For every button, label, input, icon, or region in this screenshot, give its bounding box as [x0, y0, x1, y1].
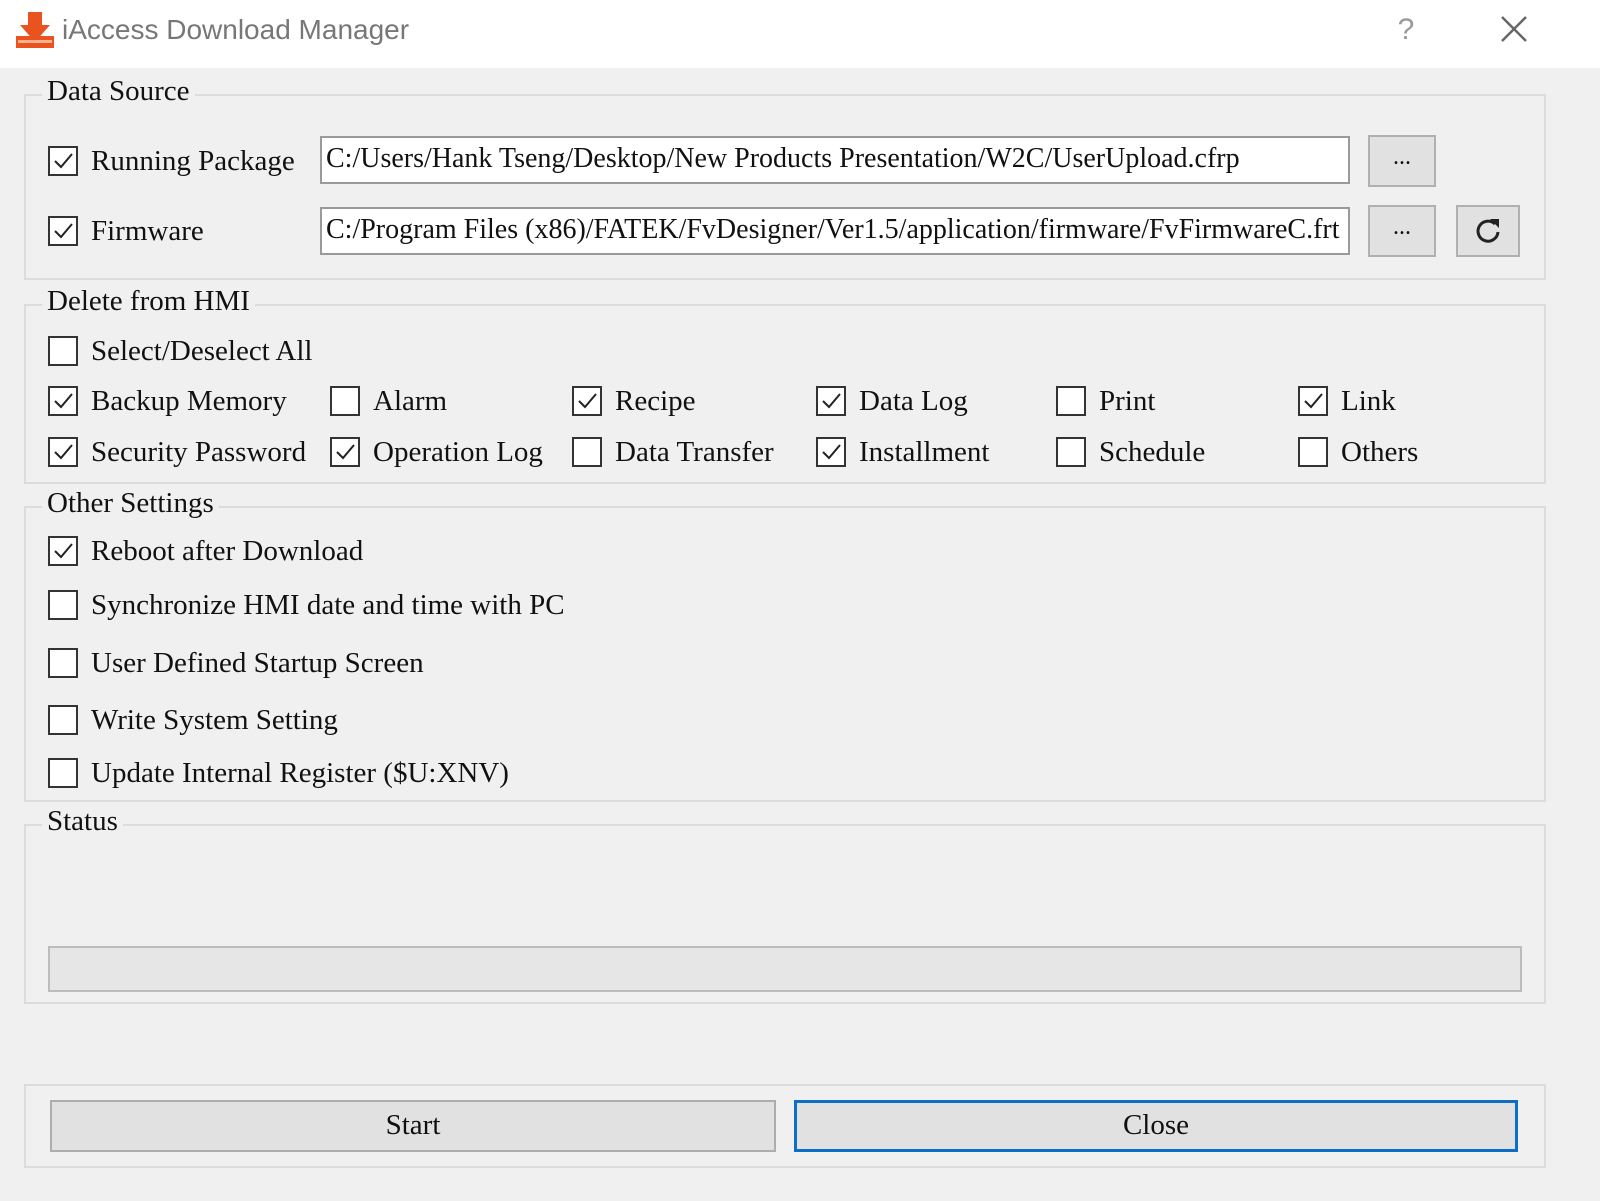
checkbox-box[interactable] [1056, 437, 1086, 467]
start-button[interactable]: Start [50, 1100, 776, 1152]
checkbox-box[interactable] [48, 146, 78, 176]
checkbox-box[interactable] [330, 437, 360, 467]
select-deselect-all-checkbox[interactable]: Select/Deselect All [48, 332, 312, 370]
download-arrow-icon [16, 12, 54, 48]
checkbox-label: Security Password [91, 435, 307, 468]
checkmark-icon [822, 444, 841, 460]
status-title: Status [42, 804, 123, 838]
checkbox-box[interactable] [1298, 437, 1328, 467]
checkbox-label: Operation Log [373, 435, 543, 468]
checkmark-icon [54, 543, 73, 559]
backup-memory-checkbox[interactable]: Backup Memory [48, 382, 287, 420]
title-bar: iAccess Download Manager ? [0, 0, 1600, 68]
checkbox-box[interactable] [1298, 386, 1328, 416]
checkmark-icon [1304, 393, 1323, 409]
reboot-after-download-checkbox[interactable]: Reboot after Download [48, 532, 363, 570]
firmware-path-input[interactable]: C:/Program Files (x86)/FATEK/FvDesigner/… [320, 207, 1350, 255]
checkbox-box[interactable] [1056, 386, 1086, 416]
running-package-path-input[interactable]: C:/Users/Hank Tseng/Desktop/New Products… [320, 136, 1350, 184]
checkbox-label: Backup Memory [91, 384, 287, 417]
checkbox-box[interactable] [48, 216, 78, 246]
schedule-checkbox[interactable]: Schedule [1056, 433, 1205, 471]
checkbox-box[interactable] [48, 386, 78, 416]
checkbox-label: Write System Setting [91, 703, 338, 736]
checkbox-label: Alarm [373, 384, 448, 417]
dialog-body: Data Source Running Package C:/Users/Han… [0, 68, 1600, 1201]
running-package-checkbox[interactable]: Running Package [48, 142, 295, 180]
checkbox-box[interactable] [48, 705, 78, 735]
checkbox-label: Reboot after Download [91, 534, 364, 567]
checkbox-box[interactable] [572, 437, 602, 467]
checkmark-icon [336, 444, 355, 460]
write-system-setting-checkbox[interactable]: Write System Setting [48, 701, 338, 739]
firmware-checkbox[interactable]: Firmware [48, 212, 204, 250]
user-defined-startup-screen-checkbox[interactable]: User Defined Startup Screen [48, 644, 424, 682]
checkmark-icon [54, 223, 73, 239]
firmware-label: Firmware [91, 214, 204, 247]
checkmark-icon [54, 393, 73, 409]
checkmark-icon [578, 393, 597, 409]
checkbox-box[interactable] [48, 758, 78, 788]
checkmark-icon [54, 444, 73, 460]
alarm-checkbox[interactable]: Alarm [330, 382, 447, 420]
firmware-browse-button[interactable]: ... [1368, 205, 1436, 257]
print-checkbox[interactable]: Print [1056, 382, 1155, 420]
select-deselect-all-label: Select/Deselect All [91, 334, 313, 367]
checkbox-box[interactable] [816, 386, 846, 416]
checkbox-label: Others [1341, 435, 1419, 468]
checkbox-label: Print [1099, 384, 1156, 417]
running-package-label: Running Package [91, 144, 295, 177]
installment-checkbox[interactable]: Installment [816, 433, 989, 471]
checkbox-box[interactable] [816, 437, 846, 467]
sync-date-time-checkbox[interactable]: Synchronize HMI date and time with PC [48, 586, 565, 624]
checkbox-box[interactable] [572, 386, 602, 416]
checkbox-label: Installment [859, 435, 990, 468]
data-transfer-checkbox[interactable]: Data Transfer [572, 433, 774, 471]
checkbox-box[interactable] [48, 590, 78, 620]
window-title: iAccess Download Manager [62, 14, 410, 45]
checkbox-label: Recipe [615, 384, 696, 417]
data-log-checkbox[interactable]: Data Log [816, 382, 968, 420]
update-internal-register-checkbox[interactable]: Update Internal Register ($U:XNV) [48, 754, 509, 792]
help-button[interactable]: ? [1386, 10, 1426, 50]
checkbox-box[interactable] [330, 386, 360, 416]
checkbox-box[interactable] [48, 536, 78, 566]
checkbox-box[interactable] [48, 648, 78, 678]
checkbox-label: Data Log [859, 384, 968, 417]
close-button[interactable]: Close [794, 1100, 1518, 1152]
refresh-icon [1476, 219, 1500, 243]
delete-from-hmi-title: Delete from HMI [42, 284, 255, 318]
checkbox-label: Schedule [1099, 435, 1206, 468]
operation-log-checkbox[interactable]: Operation Log [330, 433, 543, 471]
download-progress-bar [48, 946, 1522, 992]
running-package-browse-button[interactable]: ... [1368, 135, 1436, 187]
checkbox-label: Synchronize HMI date and time with PC [91, 588, 565, 621]
checkbox-label: User Defined Startup Screen [91, 646, 424, 679]
other-settings-title: Other Settings [42, 486, 219, 520]
checkbox-label: Data Transfer [615, 435, 774, 468]
data-source-title: Data Source [42, 74, 195, 108]
checkmark-icon [54, 153, 73, 169]
checkmark-icon [822, 393, 841, 409]
checkbox-box[interactable] [48, 437, 78, 467]
recipe-checkbox[interactable]: Recipe [572, 382, 696, 420]
security-password-checkbox[interactable]: Security Password [48, 433, 306, 471]
checkbox-label: Update Internal Register ($U:XNV) [91, 756, 509, 789]
close-icon[interactable] [1494, 10, 1534, 50]
firmware-refresh-button[interactable] [1456, 205, 1520, 257]
others-checkbox[interactable]: Others [1298, 433, 1418, 471]
checkbox-label: Link [1341, 384, 1396, 417]
link-checkbox[interactable]: Link [1298, 382, 1396, 420]
checkbox-box[interactable] [48, 336, 78, 366]
